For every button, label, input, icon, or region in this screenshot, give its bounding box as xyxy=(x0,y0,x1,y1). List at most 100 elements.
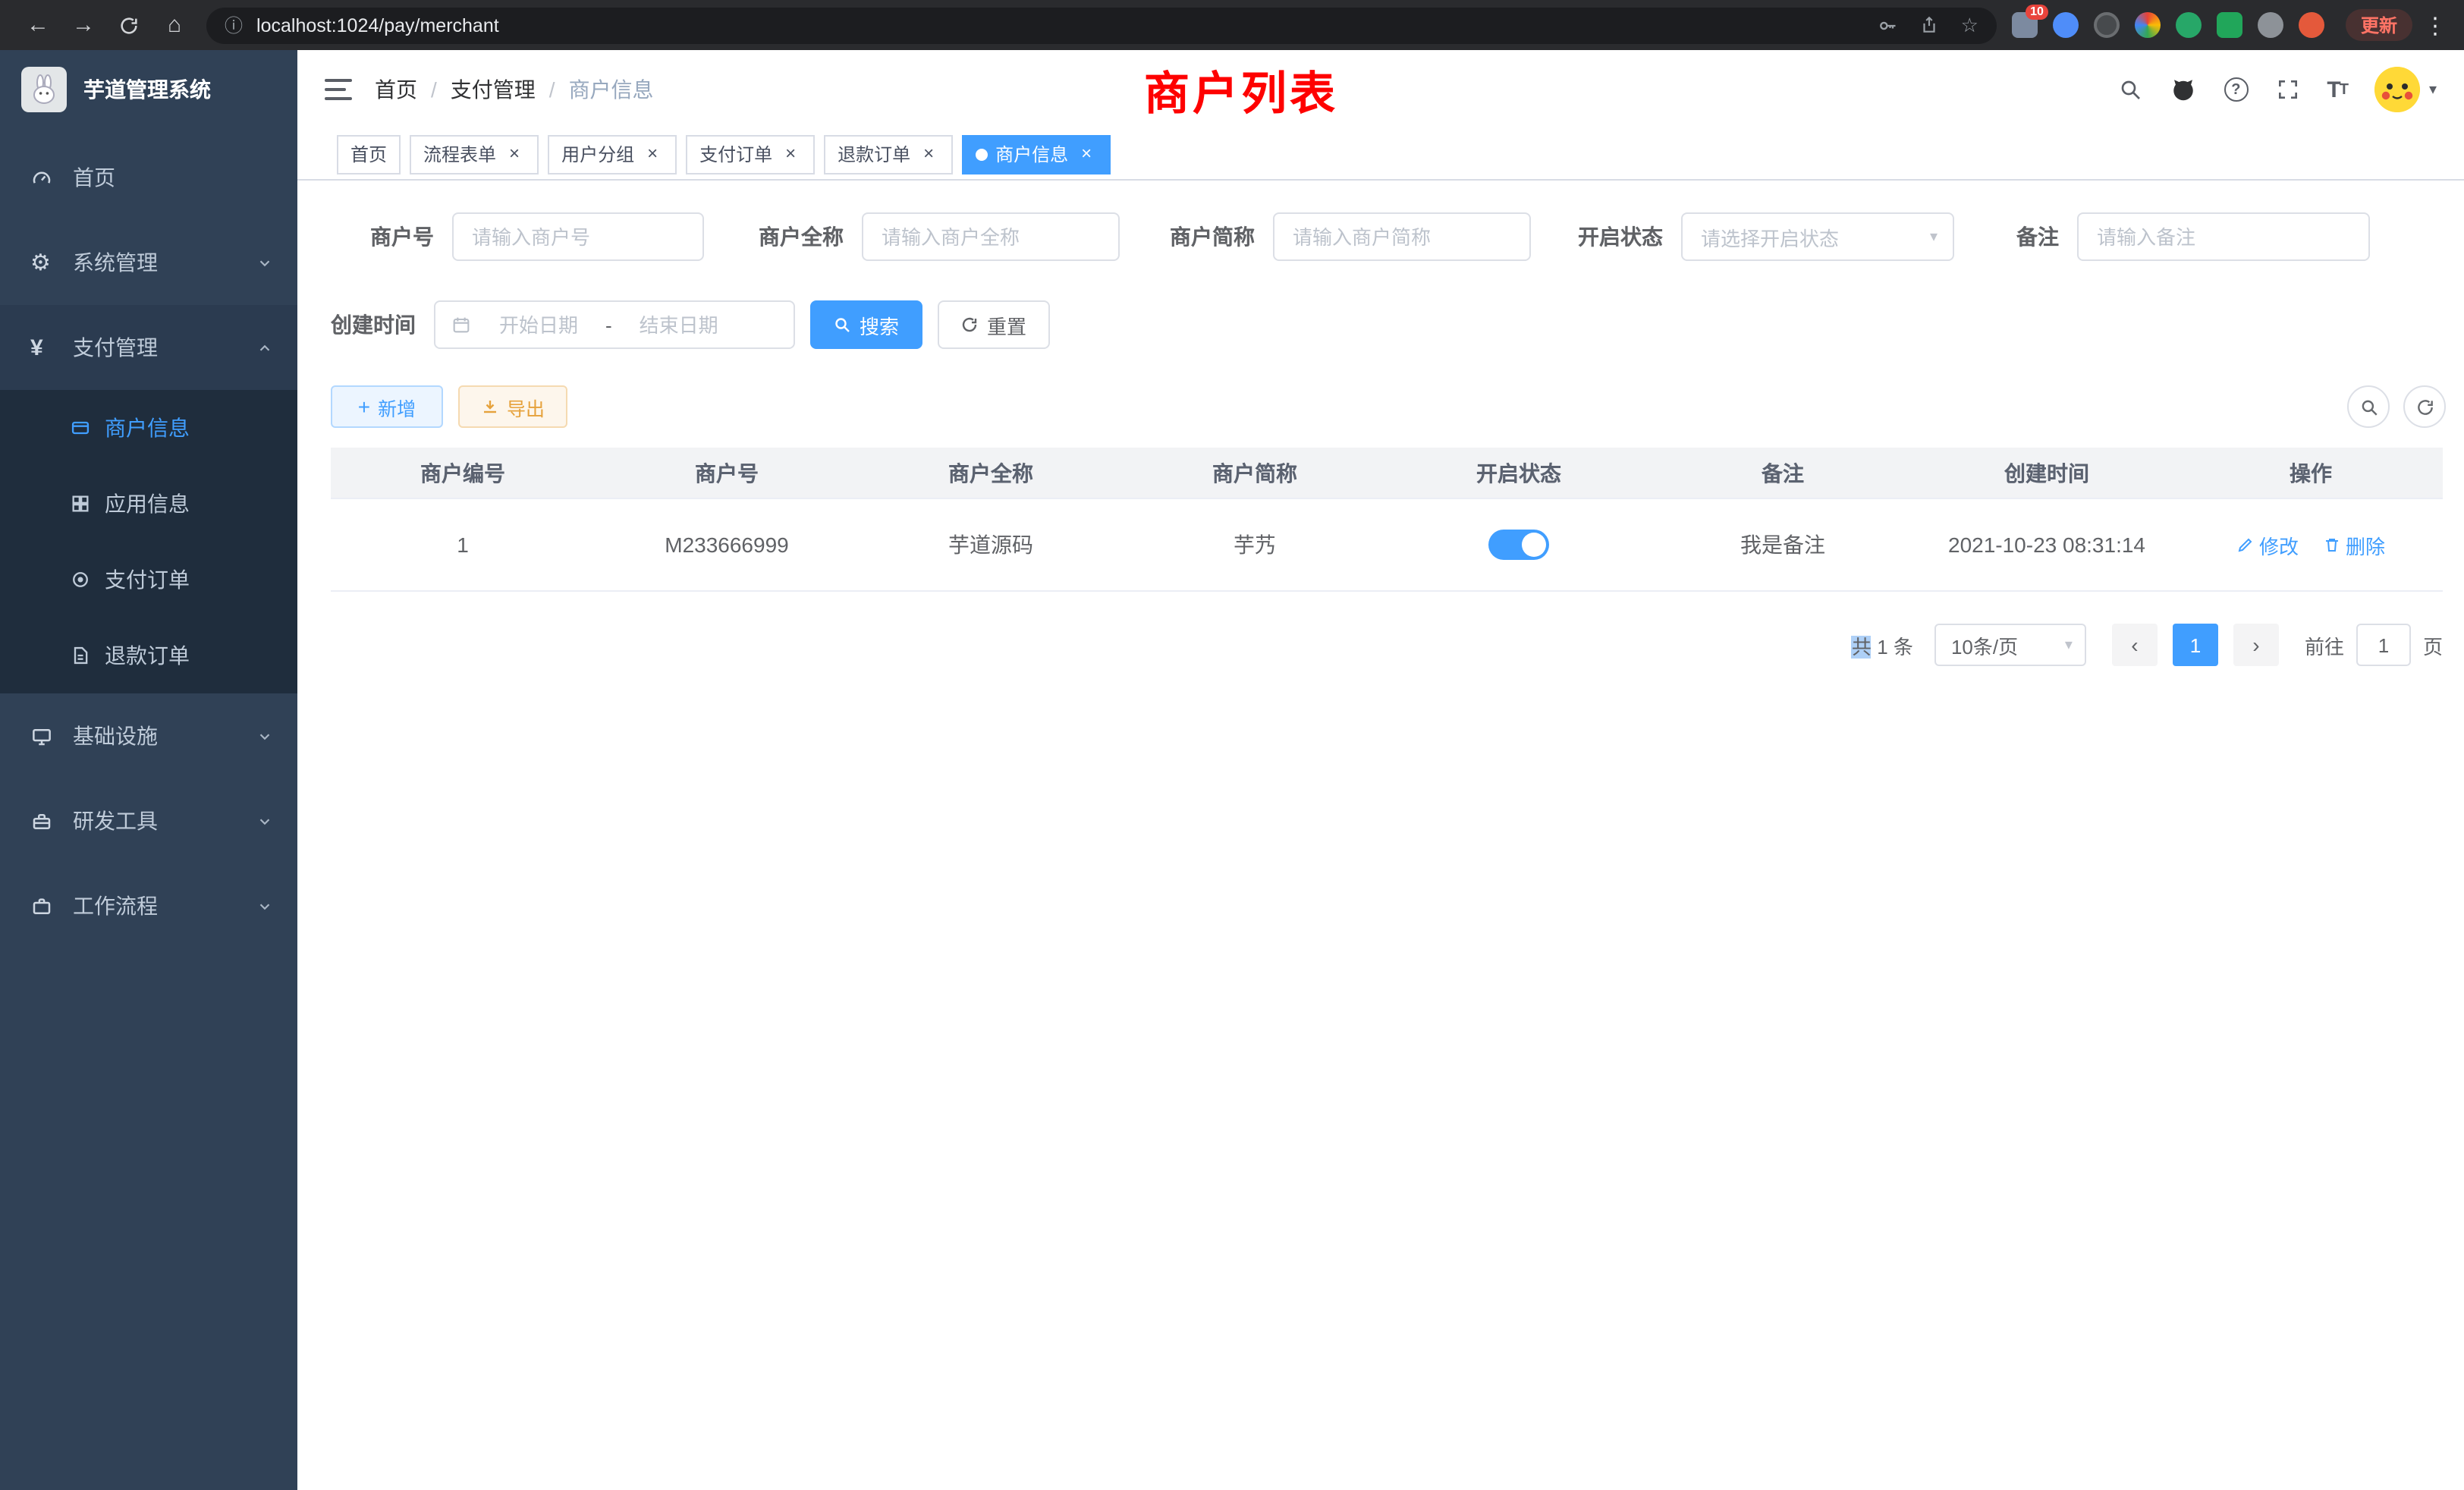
user-avatar[interactable] xyxy=(2374,67,2420,112)
merchant-no-input[interactable] xyxy=(452,212,704,261)
refresh-table-icon[interactable] xyxy=(2403,385,2446,428)
chevron-up-icon xyxy=(256,339,273,356)
delete-link[interactable]: 删除 xyxy=(2323,530,2385,559)
tab-label: 退款订单 xyxy=(838,141,910,167)
sidebar-item-workflow[interactable]: 工作流程 xyxy=(0,863,297,948)
share-icon[interactable] xyxy=(1920,15,1940,35)
reset-button[interactable]: 重置 xyxy=(938,300,1050,349)
create-time-range-picker[interactable]: - xyxy=(434,300,795,349)
forward-icon[interactable]: → xyxy=(61,12,106,38)
tab-label: 首页 xyxy=(350,141,387,167)
column-header: 创建时间 xyxy=(1915,457,2179,488)
extension-icon-4[interactable] xyxy=(2135,12,2161,38)
goto-page-input[interactable] xyxy=(2356,624,2411,666)
cell-full-name: 芋道源码 xyxy=(859,530,1123,560)
sidebar-collapse-icon[interactable] xyxy=(325,79,352,100)
prev-page-button[interactable]: ‹ xyxy=(2112,624,2158,666)
password-key-icon[interactable] xyxy=(1878,14,1899,36)
browser-toolbar: ← → ⌂ ⓘ localhost:1024/pay/merchant ☆ 10 xyxy=(0,0,2464,50)
toggle-search-icon[interactable] xyxy=(2347,385,2390,428)
tab-label: 流程表单 xyxy=(423,141,496,167)
sidebar-item-dev-tools[interactable]: 研发工具 xyxy=(0,778,297,863)
briefcase-icon xyxy=(30,894,67,917)
user-menu[interactable]: ▾ xyxy=(2374,67,2437,112)
tab-user-group[interactable]: 用户分组 × xyxy=(548,134,677,174)
search-icon[interactable] xyxy=(2117,77,2142,102)
browser-update-button[interactable]: 更新 xyxy=(2346,9,2412,41)
edit-link-label: 修改 xyxy=(2259,530,2299,559)
sidebar-item-merchant-info[interactable]: 商户信息 xyxy=(0,390,297,466)
end-date-input[interactable] xyxy=(621,313,737,336)
extension-icon-1[interactable]: 10 xyxy=(2012,12,2038,38)
help-icon[interactable]: ? xyxy=(2224,77,2248,102)
extension-icon-2[interactable] xyxy=(2053,12,2079,38)
sidebar-item-refund-orders[interactable]: 退款订单 xyxy=(0,618,297,693)
tab-close-icon[interactable]: × xyxy=(918,143,939,165)
sidebar-item-home[interactable]: 首页 xyxy=(0,135,297,220)
tab-merchant-info[interactable]: 商户信息 × xyxy=(962,134,1111,174)
status-toggle[interactable] xyxy=(1488,530,1549,560)
site-info-icon[interactable]: ⓘ xyxy=(225,12,243,38)
github-icon[interactable] xyxy=(2169,76,2196,103)
tab-home[interactable]: 首页 xyxy=(337,134,401,174)
merchant-short-name-input[interactable] xyxy=(1273,212,1531,261)
grid-icon xyxy=(70,493,105,514)
bookmark-star-icon[interactable]: ☆ xyxy=(1961,13,1978,37)
sidebar-item-payment[interactable]: ¥ 支付管理 xyxy=(0,305,297,390)
sidebar-item-label: 系统管理 xyxy=(73,247,256,278)
column-header: 开启状态 xyxy=(1387,457,1651,488)
caret-down-icon: ▾ xyxy=(2429,81,2437,98)
tab-process-form[interactable]: 流程表单 × xyxy=(410,134,539,174)
browser-menu-icon[interactable]: ⋮ xyxy=(2422,11,2449,39)
sidebar-item-payment-orders[interactable]: 支付订单 xyxy=(0,542,297,618)
start-date-input[interactable] xyxy=(481,313,596,336)
table-row: 1 M233666999 芋道源码 芋艿 我是备注 2021-10-23 08:… xyxy=(331,499,2443,592)
search-button[interactable]: 搜索 xyxy=(810,300,922,349)
merchant-no-label: 商户号 xyxy=(331,222,452,252)
cell-remark: 我是备注 xyxy=(1651,530,1915,560)
fullscreen-icon[interactable] xyxy=(2275,77,2299,102)
goto-label: 前往 xyxy=(2305,630,2344,659)
extension-icon-6[interactable] xyxy=(2217,12,2242,38)
extension-icon-5[interactable] xyxy=(2176,12,2202,38)
status-select-placeholder: 请选择开启状态 xyxy=(1701,222,1839,251)
extension-icon-3[interactable] xyxy=(2094,12,2120,38)
page-number-button[interactable]: 1 xyxy=(2173,624,2218,666)
logo-rabbit-icon xyxy=(21,67,67,112)
remark-input[interactable] xyxy=(2077,212,2370,261)
cell-merchant-no: M233666999 xyxy=(595,533,859,557)
column-header: 商户编号 xyxy=(331,457,595,488)
breadcrumb-item[interactable]: 支付管理 xyxy=(451,74,536,105)
chevron-down-icon xyxy=(256,897,273,914)
tab-refund-orders[interactable]: 退款订单 × xyxy=(824,134,953,174)
tab-payment-orders[interactable]: 支付订单 × xyxy=(686,134,815,174)
back-icon[interactable]: ← xyxy=(15,12,61,38)
export-button[interactable]: 导出 xyxy=(458,385,567,428)
extension-icon-7[interactable] xyxy=(2258,12,2283,38)
edit-link[interactable]: 修改 xyxy=(2236,530,2299,559)
refresh-icon[interactable] xyxy=(106,14,152,36)
next-page-button[interactable]: › xyxy=(2233,624,2279,666)
profile-avatar-icon[interactable] xyxy=(2299,12,2324,38)
sidebar-item-system[interactable]: ⚙ 系统管理 xyxy=(0,220,297,305)
sidebar: 芋道管理系统 首页 ⚙ 系统管理 ¥ xyxy=(0,50,297,1490)
font-size-icon[interactable]: TT xyxy=(2327,77,2347,102)
tab-close-icon[interactable]: × xyxy=(504,143,525,165)
toolbox-icon xyxy=(30,809,67,832)
status-label: 开启状态 xyxy=(1543,222,1681,252)
tab-close-icon[interactable]: × xyxy=(1076,143,1097,165)
home-icon[interactable]: ⌂ xyxy=(152,12,197,38)
app-logo[interactable]: 芋道管理系统 xyxy=(0,50,297,129)
add-button[interactable]: + 新增 xyxy=(331,385,443,428)
breadcrumb-item[interactable]: 首页 xyxy=(375,74,417,105)
cell-short-name: 芋艿 xyxy=(1123,530,1387,560)
url-bar[interactable]: ⓘ localhost:1024/pay/merchant ☆ xyxy=(206,7,1997,43)
pagination-total: 共 1 条 xyxy=(1852,630,1913,659)
tab-close-icon[interactable]: × xyxy=(780,143,801,165)
page-size-select[interactable]: 10条/页 ▾ xyxy=(1934,624,2086,666)
status-select[interactable]: 请选择开启状态 ▾ xyxy=(1681,212,1954,261)
merchant-full-name-input[interactable] xyxy=(862,212,1120,261)
tab-close-icon[interactable]: × xyxy=(642,143,663,165)
sidebar-item-infrastructure[interactable]: 基础设施 xyxy=(0,693,297,778)
sidebar-item-app-info[interactable]: 应用信息 xyxy=(0,466,297,542)
